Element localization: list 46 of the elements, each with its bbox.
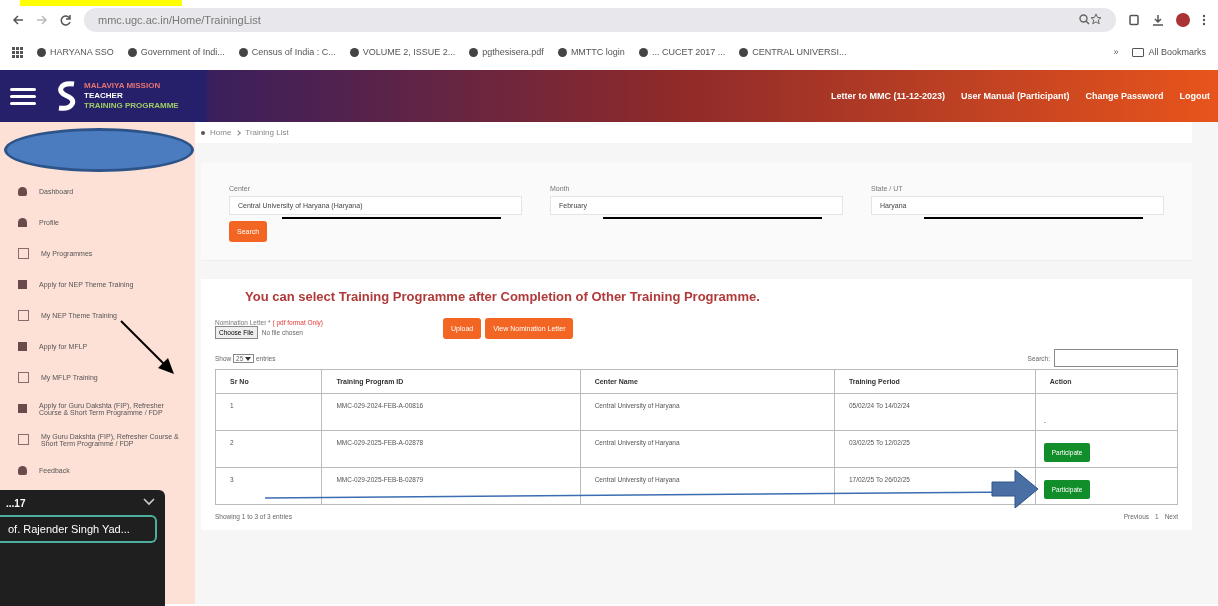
header-link[interactable]: Letter to MMC (11-12-2023)	[830, 91, 945, 101]
logo-text: MALAVIYA MISSION	[84, 81, 162, 91]
name-field[interactable]: of. Rajender Singh Yad...	[0, 515, 157, 543]
chevron-icon[interactable]	[143, 498, 155, 506]
bookmark[interactable]: Census of India : C...	[238, 47, 336, 57]
block-arrow-drawing	[991, 469, 1039, 509]
all-bookmarks[interactable]: All Bookmarks	[1132, 47, 1206, 57]
menu-item-icon	[18, 310, 29, 321]
bookmark[interactable]: HARYANA SSO	[37, 47, 114, 57]
reload-icon[interactable]	[60, 14, 72, 26]
menu-icon[interactable]	[1202, 14, 1206, 26]
menu-item-icon	[18, 466, 27, 475]
extensions-icon[interactable]	[1128, 14, 1140, 26]
avatar-icon[interactable]	[1176, 13, 1190, 27]
search-icon[interactable]	[1079, 14, 1090, 25]
search-field[interactable]	[1054, 349, 1178, 367]
bookmark[interactable]: MMTTC login	[557, 47, 625, 57]
menu-item-icon	[18, 248, 29, 259]
bookmark[interactable]: pgthesisera.pdf	[469, 47, 544, 57]
notice-text: You can select Training Programme after Completion of Other Training Programme.	[244, 289, 761, 306]
menu-item-icon	[18, 372, 29, 383]
bookmark[interactable]: Government of Indi...	[127, 47, 225, 57]
menu-item-icon	[18, 434, 29, 445]
logo-text: TEACHER	[84, 91, 124, 101]
bookmark[interactable]: VOLUME 2, ISSUE 2...	[349, 47, 456, 57]
logo-text: TRAINING PROGRAMME	[84, 101, 179, 111]
bookmark[interactable]: ... CUCET 2017 ...	[638, 47, 726, 57]
apps-icon[interactable]	[12, 46, 23, 58]
breadcrumb-link[interactable]: Home	[210, 128, 232, 137]
menu-item-icon	[18, 342, 27, 351]
back-icon[interactable]	[12, 14, 24, 26]
header-link[interactable]: User Manual (Participant)	[960, 91, 1070, 101]
bookmark[interactable]: CENTRAL UNIVERSI...	[739, 47, 847, 57]
breadcrumb-current: Training List	[245, 128, 289, 137]
more-bookmarks[interactable]: »	[1113, 47, 1119, 57]
address-bar[interactable]: mmc.ugc.ac.in/Home/TrainingList	[84, 8, 1116, 32]
header-link[interactable]: Logout	[1179, 91, 1210, 101]
download-icon[interactable]	[1152, 14, 1164, 26]
menu-item-icon	[18, 280, 27, 289]
popup-title: ...17	[6, 498, 26, 509]
menu-item-icon	[18, 218, 27, 227]
star-icon[interactable]	[1090, 13, 1102, 25]
menu-item-icon	[18, 404, 27, 413]
menu-icon[interactable]	[10, 87, 36, 105]
menu-item-icon	[18, 187, 27, 196]
header-link[interactable]: Change Password	[1085, 91, 1164, 101]
